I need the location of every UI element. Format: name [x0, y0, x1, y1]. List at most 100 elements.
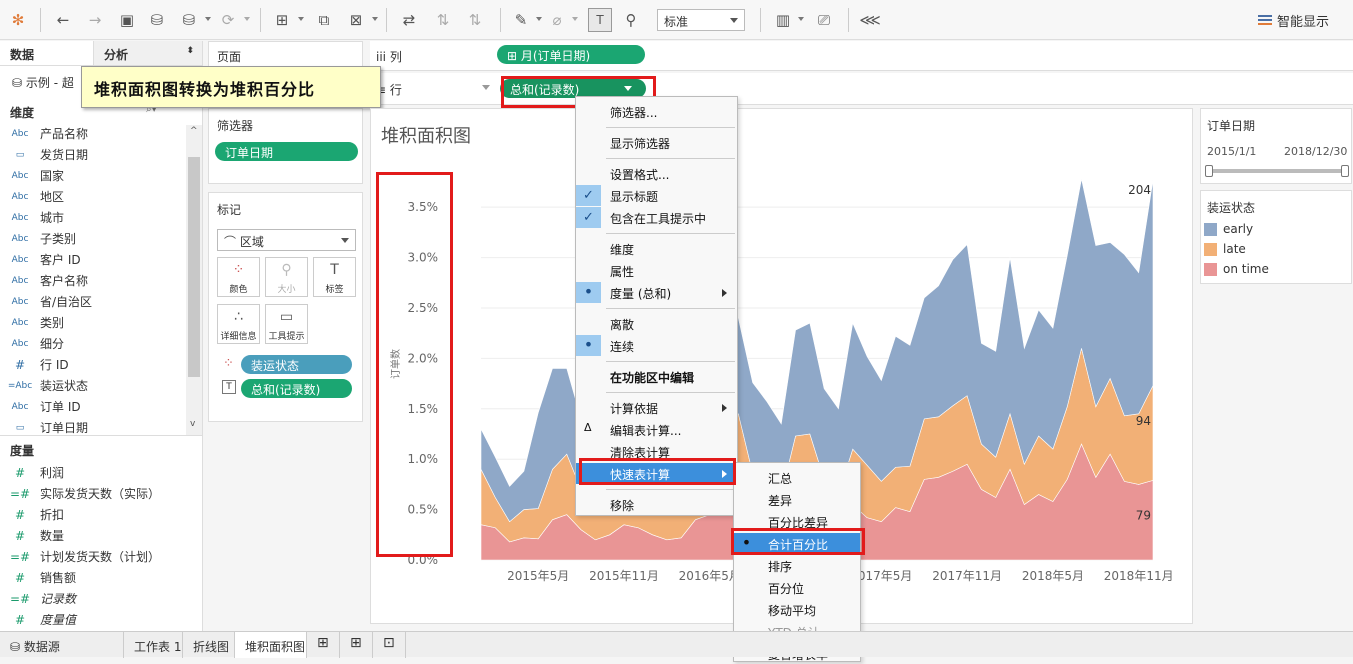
show-me-button[interactable]: 智能显示 [1258, 11, 1329, 30]
group-members-icon[interactable]: ⌀ [546, 8, 568, 32]
menu-item[interactable]: 差异 [734, 489, 860, 510]
new-worksheet-icon[interactable]: ⊞ [307, 632, 340, 658]
new-worksheet-icon[interactable]: ⊞ [270, 8, 294, 32]
new-story-icon[interactable]: ⊡ [373, 632, 406, 658]
menu-item[interactable]: ✓ 包含在工具提示中 [576, 207, 737, 228]
new-datasource-icon[interactable]: ⛁ [146, 8, 168, 32]
fit-select[interactable]: 标准 [657, 9, 745, 31]
menu-item[interactable]: 移动平均 [734, 599, 860, 620]
menu-item[interactable]: 显示筛选器 [576, 132, 737, 153]
sort-descending-icon[interactable]: ⇅ [464, 8, 486, 32]
measure-field[interactable]: # 度量值 [0, 609, 186, 630]
menu-item[interactable]: 计算依据 [576, 397, 737, 418]
show-mark-labels-icon[interactable]: T [588, 8, 612, 32]
mark-pill-record-count[interactable]: 总和(记录数) [241, 379, 352, 398]
refresh-icon[interactable]: ⟳ [217, 8, 239, 32]
size-button[interactable]: ⚲ 大小 [265, 257, 308, 297]
menu-item[interactable]: 汇总 [734, 467, 860, 488]
chevron-up-icon[interactable]: ^ [190, 126, 198, 136]
menu-item[interactable]: 在功能区中编辑 [576, 366, 737, 387]
detail-button[interactable]: ∴ 详细信息 [217, 304, 260, 344]
tab-analysis[interactable]: 分析 ⬍ [94, 41, 202, 66]
menu-item[interactable]: • 合计百分比 [734, 533, 860, 554]
menu-item[interactable]: 百分位 [734, 577, 860, 598]
dimension-field[interactable]: Abc 客户 ID [0, 249, 186, 270]
dimension-field[interactable]: Abc 省/自治区 [0, 291, 186, 312]
slider-handle-end[interactable] [1341, 165, 1349, 177]
date-range-slider-track[interactable] [1209, 169, 1345, 173]
menu-item[interactable]: 清除表计算 [576, 441, 737, 462]
dimension-field[interactable]: Abc 国家 [0, 165, 186, 186]
filters-card[interactable]: 筛选器 订单日期 [208, 108, 363, 184]
new-dashboard-icon[interactable]: ⊞ [340, 632, 373, 658]
measure-field[interactable]: # 销售额 [0, 567, 186, 588]
save-icon[interactable]: ▣ [116, 8, 138, 32]
menu-item[interactable]: • 度量 (总和) [576, 282, 737, 303]
rows-shelf[interactable]: ≡ 行 总和(记录数) [370, 73, 1353, 105]
menu-item[interactable]: 维度 [576, 238, 737, 259]
fix-axes-icon[interactable]: ⚲ [620, 8, 642, 32]
mark-pill-ship-status[interactable]: 装运状态 [241, 355, 352, 374]
label-button[interactable]: T 标签 [313, 257, 356, 297]
undo-icon[interactable]: ← [52, 8, 74, 32]
menu-item[interactable]: 设置格式... [576, 163, 737, 184]
legend-item[interactable]: early [1204, 219, 1344, 239]
clear-sheet-icon[interactable]: ⊠ [344, 8, 368, 32]
scrollbar-thumb[interactable] [188, 157, 200, 377]
menu-item[interactable]: • 连续 [576, 335, 737, 356]
dimensions-scrollbar[interactable]: ^ v [186, 125, 202, 435]
color-button[interactable]: ⁘ 颜色 [217, 257, 260, 297]
measure-field[interactable]: =# 实际发货天数（实际） [0, 483, 186, 504]
dimension-field[interactable]: Abc 子类别 [0, 228, 186, 249]
redo-icon[interactable]: → [84, 8, 106, 32]
mark-type-select[interactable]: ⌒ 区域 [217, 229, 356, 251]
sort-arrows-icon[interactable]: ⬍ [186, 46, 194, 56]
chevron-down-icon[interactable]: v [190, 419, 195, 429]
measure-field[interactable]: =# 计划发货天数（计划） [0, 546, 186, 567]
menu-item[interactable]: Δ 编辑表计算... [576, 419, 737, 440]
tab-line-chart[interactable]: 折线图 [183, 632, 235, 658]
slider-handle-start[interactable] [1205, 165, 1213, 177]
dimension-field[interactable]: Abc 类别 [0, 312, 186, 333]
dimension-field[interactable]: Abc 城市 [0, 207, 186, 228]
menu-item[interactable]: 属性 [576, 260, 737, 281]
columns-pill-month-order-date[interactable]: ⊞ 月(订单日期) [497, 45, 645, 64]
pause-updates-icon[interactable]: ⛁ [178, 8, 200, 32]
dimension-field[interactable]: Abc 订单 ID [0, 396, 186, 417]
duplicate-sheet-icon[interactable]: ⧉ [312, 8, 336, 32]
tooltip-button[interactable]: ▭ 工具提示 [265, 304, 308, 344]
menu-item[interactable]: 快速表计算 [576, 463, 737, 484]
measure-field[interactable]: =# 记录数 [0, 588, 186, 609]
menu-item[interactable]: 离散 [576, 313, 737, 334]
menu-item[interactable]: ✓ 显示标题 [576, 185, 737, 206]
measure-field[interactable]: # 数量 [0, 525, 186, 546]
datasource-item[interactable]: ⛁ 示例 - 超 [12, 74, 74, 91]
tab-data[interactable]: 数据 [0, 41, 94, 66]
dimension-field[interactable]: Abc 客户名称 [0, 270, 186, 291]
dimension-field[interactable]: ▭ 发货日期 [0, 144, 186, 165]
highlight-icon[interactable]: ✎ [510, 8, 532, 32]
filter-pill-order-date[interactable]: 订单日期 [215, 142, 358, 161]
menu-item[interactable]: 排序 [734, 555, 860, 576]
sort-ascending-icon[interactable]: ⇅ [432, 8, 454, 32]
dimension-field[interactable]: Abc 产品名称 [0, 123, 186, 144]
columns-shelf[interactable]: iii 列 ⊞ 月(订单日期) [370, 41, 1353, 71]
tableau-logo-icon[interactable]: ✻ [6, 8, 30, 32]
dimension-field[interactable]: Abc 地区 [0, 186, 186, 207]
measure-field[interactable]: # 折扣 [0, 504, 186, 525]
dimension-field[interactable]: Abc 细分 [0, 333, 186, 354]
swap-rows-columns-icon[interactable]: ⇄ [398, 8, 420, 32]
tab-stacked-area[interactable]: 堆积面积图 [235, 632, 307, 658]
menu-item[interactable]: 移除 [576, 494, 737, 515]
measure-field[interactable]: # 利润 [0, 462, 186, 483]
dimension-field[interactable]: # 行 ID [0, 354, 186, 375]
share-icon[interactable]: ⋘ [858, 8, 882, 32]
legend-item[interactable]: late [1204, 239, 1344, 259]
menu-item[interactable]: 百分比差异 [734, 511, 860, 532]
tab-datasource[interactable]: ⛁ 数据源 [0, 632, 124, 658]
legend-item[interactable]: on time [1204, 259, 1344, 279]
dimension-field[interactable]: =Abc 装运状态 [0, 375, 186, 396]
tab-sheet1[interactable]: 工作表 1 [124, 632, 183, 658]
menu-item[interactable]: 筛选器... [576, 101, 737, 122]
presentation-mode-icon[interactable]: ⎚ [812, 8, 836, 32]
